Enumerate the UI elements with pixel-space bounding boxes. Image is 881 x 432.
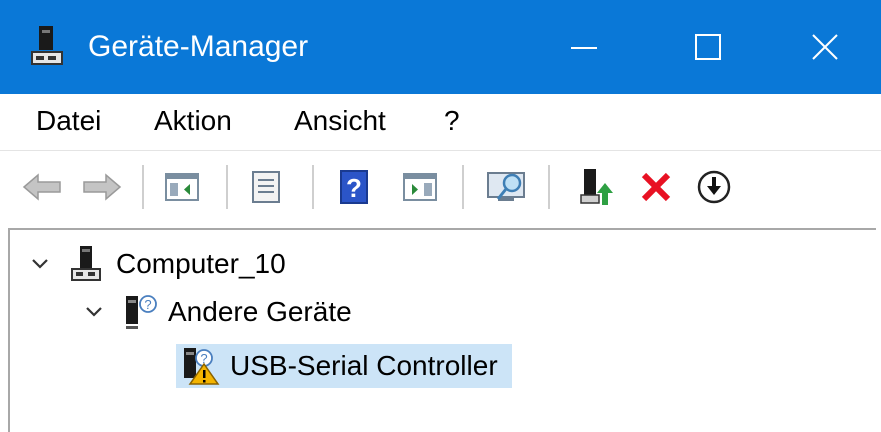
tree-node-label: Andere Geräte [168,296,352,327]
title-bar[interactable]: Geräte-Manager [0,0,881,94]
properties-icon[interactable] [244,165,288,209]
maximize-button[interactable] [658,0,758,94]
toolbar-separator [548,165,550,209]
tree-node-label: USB-Serial Controller [230,350,498,381]
menu-ansicht[interactable]: Ansicht [290,104,390,138]
update-driver-icon[interactable] [574,165,618,209]
disable-device-icon[interactable] [692,165,736,209]
back-arrow-icon[interactable] [20,165,64,209]
forward-arrow-icon[interactable] [80,165,124,209]
close-button[interactable] [775,0,875,94]
tree-node-computer[interactable]: Computer_10 [28,242,286,286]
device-manager-icon [30,24,64,68]
window-title: Geräte-Manager [88,30,309,63]
uninstall-device-icon[interactable] [634,165,678,209]
toolbar: ? [0,150,881,223]
menu-aktion[interactable]: Aktion [150,104,236,138]
toolbar-separator [462,165,464,209]
tree-node-andere-geraete[interactable]: ? Andere Geräte [82,290,352,334]
toolbar-separator [312,165,314,209]
tree-node-usb-serial-controller[interactable]: ? USB-Serial Controller [176,344,512,388]
unknown-device-icon: ? [120,292,160,332]
device-tree[interactable]: Computer_10 ? Andere Geräte ? USB-Serial… [8,228,876,432]
menu-datei[interactable]: Datei [32,104,105,138]
svg-text:?: ? [144,297,151,312]
warning-device-icon: ? [180,346,220,386]
chevron-down-icon[interactable] [82,300,106,324]
menu-help[interactable]: ? [440,104,464,138]
computer-icon [66,244,106,284]
tree-node-label: Computer_10 [116,248,286,279]
help-icon[interactable]: ? [332,165,376,209]
action-pane-icon[interactable] [398,165,442,209]
scan-hardware-icon[interactable] [486,165,530,209]
toolbar-separator [226,165,228,209]
menu-bar: Datei Aktion Ansicht ? [0,94,881,148]
show-hide-console-tree-icon[interactable] [160,165,204,209]
toolbar-separator [142,165,144,209]
chevron-down-icon[interactable] [28,252,52,276]
svg-text:?: ? [346,173,362,203]
minimize-button[interactable] [534,0,634,94]
